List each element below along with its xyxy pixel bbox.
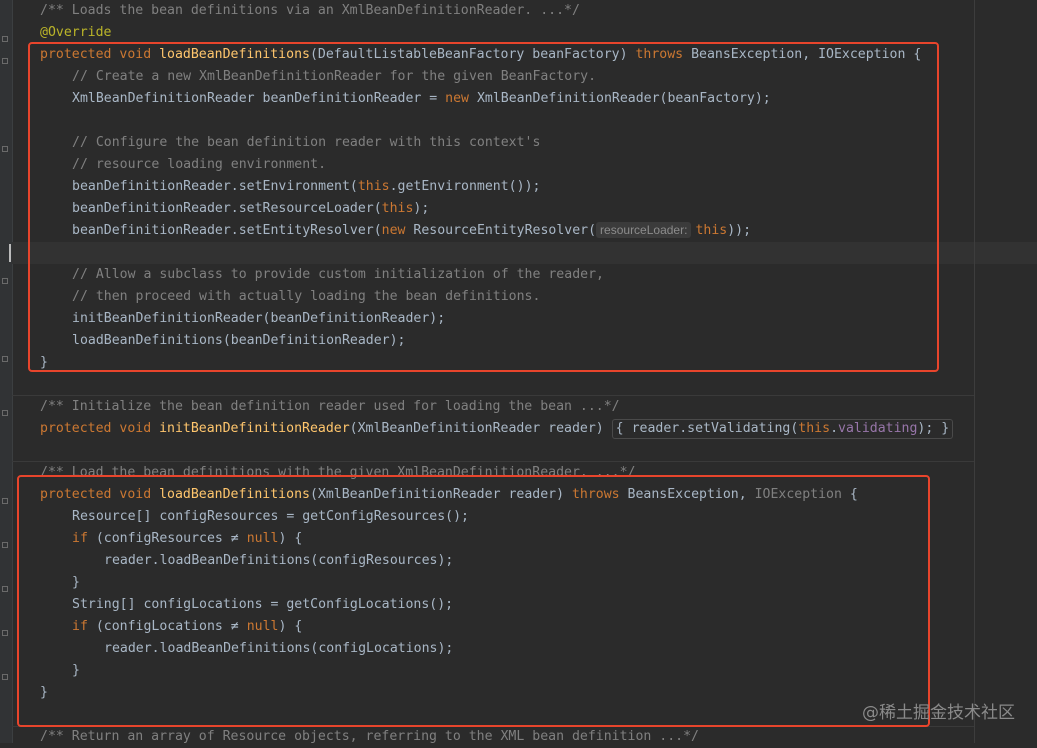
fold-marker-icon[interactable]: [2, 356, 8, 362]
highlight-box-bottom: [17, 475, 930, 727]
fold-marker-icon[interactable]: [2, 542, 8, 548]
fold-marker-icon[interactable]: [2, 58, 8, 64]
javadoc-collapsed[interactable]: /** Initialize the bean definition reade…: [40, 396, 620, 418]
fold-marker-icon[interactable]: [2, 674, 8, 680]
fold-marker-icon[interactable]: [2, 630, 8, 636]
field-name: validating: [838, 421, 918, 436]
method-signature[interactable]: protected void initBeanDefinitionReader(…: [40, 418, 954, 440]
fold-marker-icon[interactable]: [2, 586, 8, 592]
javadoc-collapsed[interactable]: /** Return an array of Resource objects,…: [40, 726, 699, 748]
folded-method-body[interactable]: { reader.setValidating(this.validating);…: [611, 419, 954, 439]
override-annotation: @Override: [40, 25, 112, 40]
fold-marker-icon[interactable]: [2, 36, 8, 42]
text-caret: [9, 244, 11, 262]
keyword: this: [798, 421, 831, 436]
params: (XmlBeanDefinitionReader reader): [349, 421, 612, 436]
method-name: initBeanDefinitionReader: [159, 421, 350, 436]
code-text: }: [941, 421, 950, 436]
keyword: protected void: [40, 421, 160, 436]
highlight-box-top: [28, 42, 939, 372]
fold-marker-icon[interactable]: [2, 146, 8, 152]
editor-gutter[interactable]: [0, 0, 13, 743]
fold-marker-icon[interactable]: [2, 278, 8, 284]
code-text: .: [830, 421, 839, 436]
fold-marker-icon[interactable]: [2, 498, 8, 504]
fold-marker-icon[interactable]: [2, 410, 8, 416]
watermark: @稀土掘金技术社区: [862, 703, 1015, 723]
code-text: {: [615, 421, 624, 436]
code-text: reader.setValidating(: [623, 421, 799, 436]
javadoc-collapsed[interactable]: /** Loads the bean definitions via an Xm…: [40, 0, 580, 22]
right-margin-guide: [974, 0, 975, 743]
code-text: );: [917, 421, 942, 436]
